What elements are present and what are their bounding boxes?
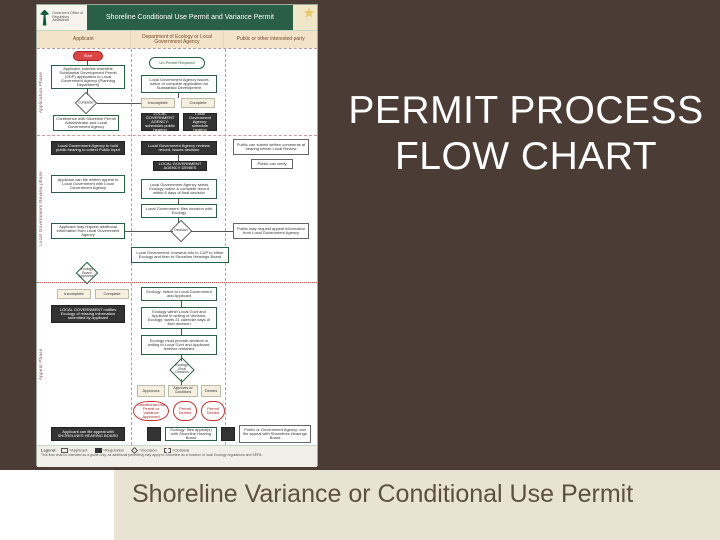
flowchart-legend: Legend: =Applicant =Regulation =Decision… — [37, 445, 317, 467]
node-inc2: Incomplete — [57, 289, 91, 299]
col-applicant: Applicant — [37, 31, 131, 48]
node-e3: Ecology within Local Govt and Applicant … — [141, 307, 217, 329]
node-g5: Local Government Agency sends Ecology no… — [141, 179, 217, 199]
node-g7: Local Government: forwards info to CUP t… — [131, 247, 229, 263]
node-g6: Local Government: files decision with Ec… — [141, 204, 217, 218]
flowchart-body: Application Phase Local Government Revie… — [37, 49, 317, 445]
node-e1: Ecology: notice to Local Government and … — [141, 287, 217, 301]
node-p2: Public can verify — [251, 159, 293, 169]
node-e5: Ecology: files appeal(s) with Shoreline … — [165, 427, 217, 441]
node-end2: Permit Denied — [173, 401, 197, 421]
node-acond: Approves w/ Conditions — [168, 385, 198, 397]
node-start: Start — [73, 51, 103, 61]
caption-text: Shoreline Variance or Conditional Use Pe… — [132, 480, 704, 508]
node-a3: Local Government Agency to hold public h… — [51, 141, 125, 155]
flowchart-column-headers: Applicant Department of Ecology or Local… — [37, 31, 317, 49]
node-inc: Incomplete — [141, 98, 175, 108]
slide-title: PERMIT PROCESS FLOW CHART — [348, 88, 704, 180]
phase-label-1: Application Phase — [38, 57, 47, 127]
node-a1: Applicant: submits shoreline Substantial… — [51, 65, 125, 89]
star-badge-icon — [293, 5, 317, 30]
node-d2: Decision — [174, 229, 187, 233]
node-cmp2: Complete — [95, 289, 129, 299]
flowchart-thumbnail: Governor's Office of Regulatory Assistan… — [36, 4, 318, 466]
step-icon-1 — [147, 427, 161, 441]
node-cmp: Complete — [181, 98, 215, 108]
col-public: Public or other interested party — [224, 31, 317, 48]
node-e4: Ecology must provide decision in writing… — [141, 335, 217, 355]
palm-icon — [40, 10, 49, 26]
node-p1: Public can submit written comments at he… — [233, 139, 309, 155]
node-d3: Ecology Board Approves? — [79, 268, 96, 279]
legend-decision: =Decision — [139, 448, 157, 453]
legend-foot: This flow chart is intended as a guide o… — [41, 454, 313, 458]
agency-logo: Governor's Office of Regulatory Assistan… — [37, 5, 87, 30]
node-a5: Applicant may request additional informa… — [51, 223, 125, 239]
caption-bar: Shoreline Variance or Conditional Use Pe… — [114, 470, 720, 540]
node-g1: Local Government Agency issues notice of… — [141, 75, 217, 93]
col-agency: Department of Ecology or Local Governmen… — [131, 31, 225, 48]
node-end1: Conditional Use Permit or Variance Appro… — [133, 401, 169, 421]
flowchart-header: Governor's Office of Regulatory Assistan… — [37, 5, 317, 31]
phase-label-3: Appeal Phase — [38, 289, 47, 439]
node-a4: Applicant can file written appeal to Loc… — [51, 175, 125, 193]
legend-title: Legend: — [41, 448, 57, 453]
node-den: Denies — [201, 385, 221, 397]
node-p4: Public or Government Agency: can file ap… — [239, 425, 311, 443]
legend-optional: =Optional — [172, 448, 189, 453]
node-end3: Permit Denied — [201, 401, 225, 421]
node-a6: Applicant can file appeal with SHORELINE… — [51, 427, 125, 441]
flowchart-title: Shoreline Conditional Use Permit and Var… — [87, 5, 293, 30]
node-e2: LOCAL GOVERNMENT notifies Ecology of mis… — [51, 305, 125, 323]
node-d1: Complete? — [78, 101, 95, 105]
legend-agency: =Regulation — [103, 448, 124, 453]
node-d4: Ecology: Final Decision — [175, 364, 188, 375]
node-un: Un-Permit Required — [149, 57, 205, 69]
node-g4: LOCAL GOVERNMENT AGENCY DENIES — [153, 161, 207, 171]
node-apr: Approves — [137, 385, 165, 397]
node-g3: Local Government Agency reviews record, … — [141, 141, 217, 155]
step-icon-2 — [221, 427, 235, 441]
node-a2: Conference with Shoreline Permit Adminis… — [53, 115, 119, 131]
node-p3: Public may request appeal information fr… — [233, 223, 309, 239]
node-g2b: Local Government Agency: schedule hearin… — [183, 113, 217, 131]
org-line2: Regulatory Assistance — [52, 16, 84, 23]
phase-label-2: Local Government Review phase — [38, 144, 47, 274]
caption-gutter — [0, 470, 114, 540]
node-g2: LOCAL GOVERNMENT AGENCY: schedules publi… — [141, 113, 179, 131]
legend-applicant: =Applicant — [69, 448, 88, 453]
